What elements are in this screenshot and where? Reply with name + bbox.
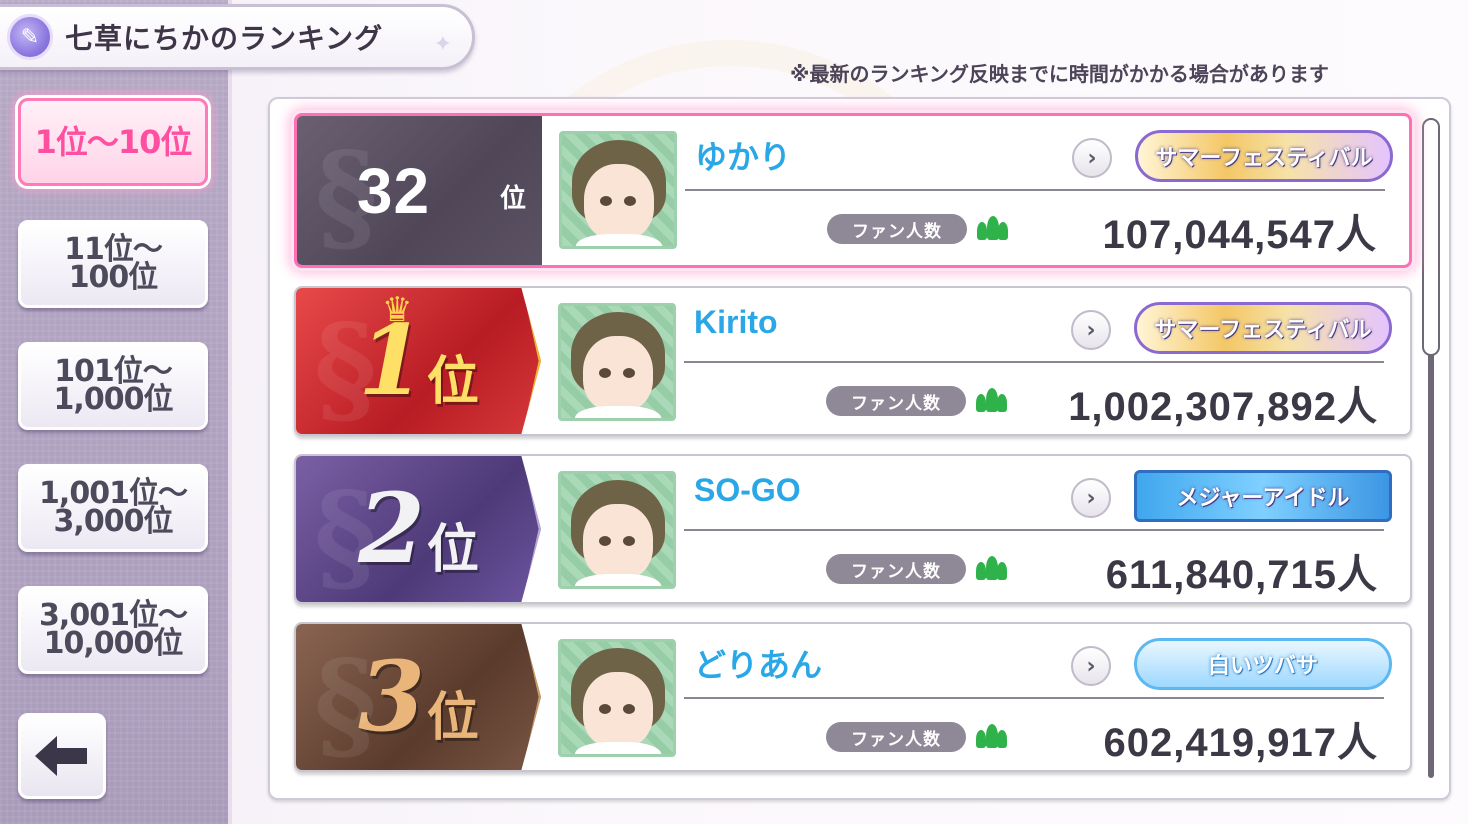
divider [685,189,1385,191]
rank-plate-gold: § ♛ 1 位 [296,288,541,434]
fan-count-label: ファン人数 [826,554,966,584]
scrollbar-thumb[interactable] [1422,118,1440,356]
player-name: Kirito [694,304,778,340]
ranking-notice: ※最新のランキング反映までに時間がかかる場合があります [790,62,1329,86]
tab-label: 1,001位～ 3,000位 [39,476,188,539]
title-badge: サマーフェスティバル [1135,130,1393,182]
tab-label: 1位～10位 [34,123,193,161]
chevron-right-icon[interactable]: › [1071,310,1111,350]
chevron-right-icon[interactable]: › [1071,478,1111,518]
page-title: 七草にちかのランキング [65,22,384,55]
chevron-right-icon[interactable]: › [1072,138,1112,178]
crest-decoration: § [314,634,377,772]
rank-plate: § 32 位 [297,116,542,265]
people-icon [977,214,1009,242]
back-button[interactable] [18,713,106,799]
rank-plate-bronze: § 3 位 [296,624,541,770]
fan-count-label: ファン人数 [826,722,966,752]
player-name: ゆかり [695,138,792,176]
crown-icon: ♛ [382,290,413,330]
player-name: SO-GO [694,472,801,508]
crest-decoration: § [314,466,377,604]
ranking-row[interactable]: § 3 位 どりあん › 白いツバサ ファン人数 602,419,917人 [294,622,1412,772]
fan-count: 611,840,715人 [1105,553,1378,597]
title-badge: メジャーアイドル [1134,470,1392,522]
divider [684,697,1384,699]
title-badge: サマーフェスティバル [1134,302,1392,354]
tab-rank-1-10[interactable]: 1位～10位 [18,98,208,186]
feather-icon: ✎ [7,14,53,60]
title-badge: 白いツバサ [1134,638,1392,690]
avatar [558,639,676,757]
rank-plate-silver: § 2 位 [296,456,541,602]
rank-unit: 位 [426,519,479,580]
people-icon [976,722,1008,750]
back-arrow-icon [35,736,87,776]
crest-decoration: § [314,298,377,436]
fan-count: 1,002,307,892人 [1068,385,1378,429]
tab-rank-101-1000[interactable]: 101位～ 1,000位 [18,342,208,430]
divider [684,529,1384,531]
people-icon [976,386,1008,414]
tab-rank-11-100[interactable]: 11位～ 100位 [18,220,208,308]
tab-label: 3,001位～ 10,000位 [39,598,188,661]
divider [684,361,1384,363]
title-bar: ✎ 七草にちかのランキング ✦ [0,4,475,70]
ranking-row[interactable]: § ♛ 1 位 Kirito › サマーフェスティバル ファン人数 1,002,… [294,286,1412,436]
player-name: どりあん [694,646,823,684]
people-icon [976,554,1008,582]
ranking-row-self[interactable]: § 32 位 ゆかり › サマーフェスティバル ファン人数 107,044,54… [294,113,1412,268]
ranking-row[interactable]: § 2 位 SO-GO › メジャーアイドル ファン人数 611,840,715… [294,454,1412,604]
rank-number: 32 [356,154,431,227]
fan-count-label: ファン人数 [827,214,967,244]
rank-unit: 位 [426,351,479,412]
fan-count-label: ファン人数 [826,386,966,416]
fan-count: 602,419,917人 [1103,721,1378,765]
tab-rank-1001-3000[interactable]: 1,001位～ 3,000位 [18,464,208,552]
chevron-right-icon[interactable]: › [1071,646,1111,686]
rank-unit: 位 [426,687,479,748]
avatar [559,131,677,249]
tab-label: 11位～ 100位 [64,232,163,295]
tab-label: 101位～ 1,000位 [53,354,174,417]
tab-rank-3001-10000[interactable]: 3,001位～ 10,000位 [18,586,208,674]
avatar [558,471,676,589]
sparkle-icon: ✦ [433,32,452,57]
fan-count: 107,044,547人 [1102,213,1377,257]
rank-unit: 位 [499,184,526,214]
avatar [558,303,676,421]
